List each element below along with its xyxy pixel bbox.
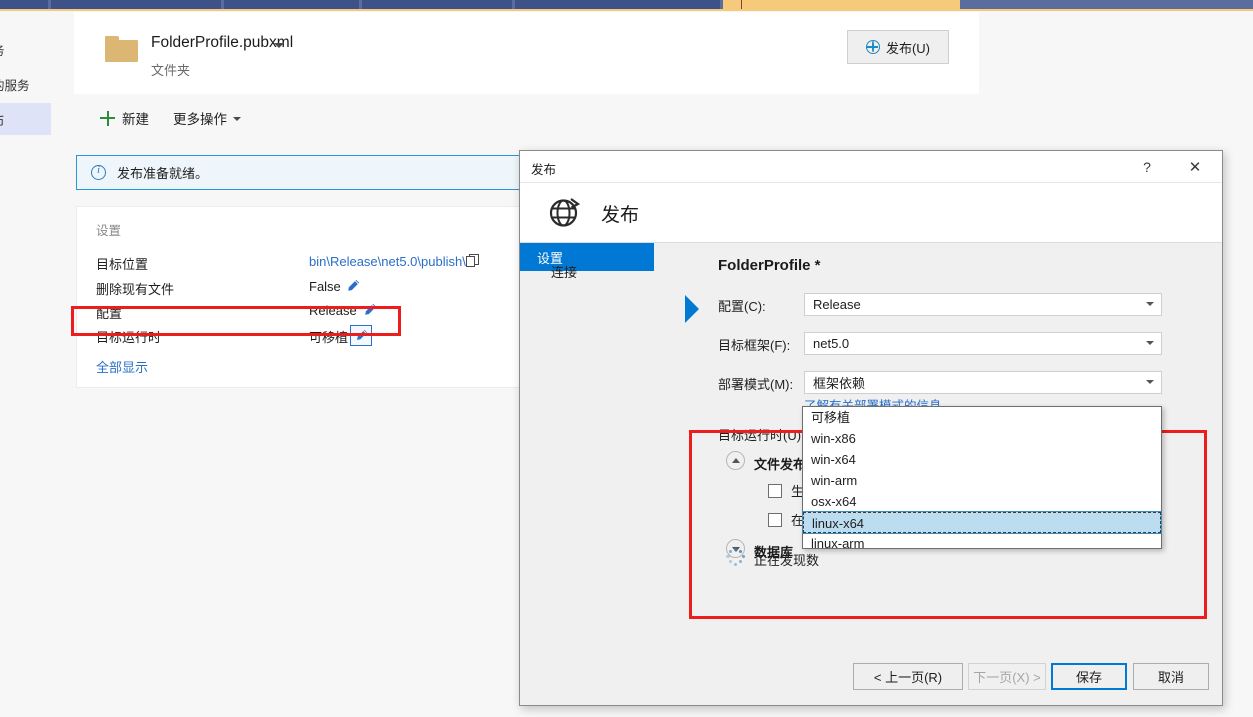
globe-publish-icon [865,40,880,54]
save-button[interactable]: 保存 [1051,663,1127,690]
settings-form: FolderProfile * 配置(C): Release 目标框架(F): … [718,243,1218,695]
profile-header-card: FolderProfile.pubxml 文件夹 发布(U) [74,12,979,94]
tab-item[interactable] [362,0,512,9]
vs-tab-strip [0,0,1253,11]
configuration-select[interactable]: Release [804,293,1162,316]
more-actions-button[interactable]: 更多操作 [173,108,241,128]
loading-spinner-icon [726,548,745,567]
dialog-banner-title: 发布 [601,205,640,226]
plus-icon [100,110,115,126]
chevron-down-icon [1146,380,1154,384]
dropdown-option-selected[interactable]: linux-x64 [802,511,1162,534]
dialog-nav: 连接 设置 [520,243,699,695]
settings-row-label: 目标位置 [96,257,149,272]
form-title: FolderProfile * [718,257,821,274]
dropdown-option[interactable]: osx-x64 [803,491,1161,512]
dropdown-option[interactable]: win-x86 [803,428,1161,449]
rail-item-label[interactable]: 务 [0,40,5,59]
edit-pencil-icon[interactable] [363,303,377,317]
tab-item[interactable] [0,0,48,9]
dropdown-option[interactable]: linux-arm [803,533,1161,554]
globe-icon [548,195,582,229]
target-framework-value: net5.0 [813,336,850,351]
configuration-label: 配置(C): [718,299,766,314]
profile-subtitle: 文件夹 [151,63,191,78]
tab-item[interactable] [224,0,359,9]
previous-button[interactable]: < 上一页(R) [853,663,963,690]
tab-item[interactable] [51,0,221,9]
tab-seam [741,0,742,9]
dialog-titlebar: 发布 ? ✕ [520,151,1222,183]
form-row-configuration: 配置(C): Release [718,293,1188,316]
next-button: 下一页(X) > [968,663,1046,690]
edit-pencil-icon[interactable] [346,279,360,293]
publish-button[interactable]: 发布(U) [847,30,949,64]
close-icon[interactable]: ✕ [1176,155,1214,179]
dropdown-option[interactable]: win-x64 [803,449,1161,470]
target-framework-label: 目标框架(F): [718,338,791,353]
rail-item-label[interactable]: 的服务 [0,75,30,94]
rail-selected-highlight [0,103,51,135]
publish-button-label: 发布(U) [885,40,931,56]
before-publish-checkbox[interactable] [768,512,782,527]
tab-item-active[interactable] [723,0,960,9]
show-all-link[interactable]: 全部显示 [96,357,148,376]
target-runtime-label: 目标运行时(U): [718,428,805,443]
dialog-title: 发布 [531,163,557,177]
cancel-button[interactable]: 取消 [1133,663,1209,690]
dialog-body: 连接 设置 FolderProfile * 配置(C): Release 目标框… [520,243,1222,695]
deployment-mode-label: 部署模式(M): [718,377,794,392]
collapse-file-publish-options-icon[interactable] [726,451,745,470]
dialog-banner: 发布 [520,183,1222,243]
chevron-down-icon [1146,302,1154,306]
settings-row-value: False [309,279,341,294]
info-icon [91,164,106,180]
target-runtime-dropdown-list[interactable]: 可移植 win-x86 win-x64 win-arm osx-x64 linu… [802,406,1162,551]
tab-item[interactable] [515,0,720,9]
more-actions-label: 更多操作 [173,112,227,127]
form-row-deployment-mode: 部署模式(M): 框架依赖 [718,371,1188,394]
chevron-down-icon[interactable] [274,43,284,48]
deployment-mode-value: 框架依赖 [813,376,866,391]
help-icon[interactable]: ? [1130,155,1164,179]
chevron-down-icon [233,117,241,121]
rail-item-label[interactable]: 币 [0,111,5,130]
target-framework-select[interactable]: net5.0 [804,332,1162,355]
nav-selected-arrow [685,295,699,323]
deployment-mode-select[interactable]: 框架依赖 [804,371,1162,394]
single-file-checkbox[interactable] [768,483,782,498]
new-profile-label: 新建 [122,112,149,127]
dropdown-option[interactable]: 可移植 [803,407,1161,428]
configuration-value: Release [813,297,861,312]
folder-icon [105,36,138,62]
publish-dialog: 发布 ? ✕ 发布 连接 设置 FolderProfile * 配置(C): R… [519,150,1223,706]
tab-active-underline [0,9,1253,11]
settings-row-value: 可移植 [309,330,349,345]
publish-toolbar: 新建 更多操作 [74,94,1253,144]
page-title: FolderProfile.pubxml [151,34,294,51]
settings-row-value: Release [309,303,357,318]
target-location-link[interactable]: bin\Release\net5.0\publish\ [309,254,466,269]
settings-card-title: 设置 [96,224,122,238]
nav-item-connection[interactable]: 连接 [551,262,685,280]
settings-row-label: 删除现有文件 [96,282,175,297]
status-text: 发布准备就绪。 [117,166,209,181]
dropdown-option[interactable]: win-arm [803,470,1161,491]
left-rail: 务 的服务 币 [0,12,51,717]
settings-row-label: 配置 [96,306,123,321]
form-row-target-framework: 目标框架(F): net5.0 [718,332,1188,355]
settings-row-label: 目标运行时 [96,330,162,345]
new-profile-button[interactable]: 新建 [100,108,149,128]
chevron-down-icon [1146,341,1154,345]
copy-icon[interactable] [466,254,479,268]
edit-pencil-icon[interactable] [350,325,372,346]
